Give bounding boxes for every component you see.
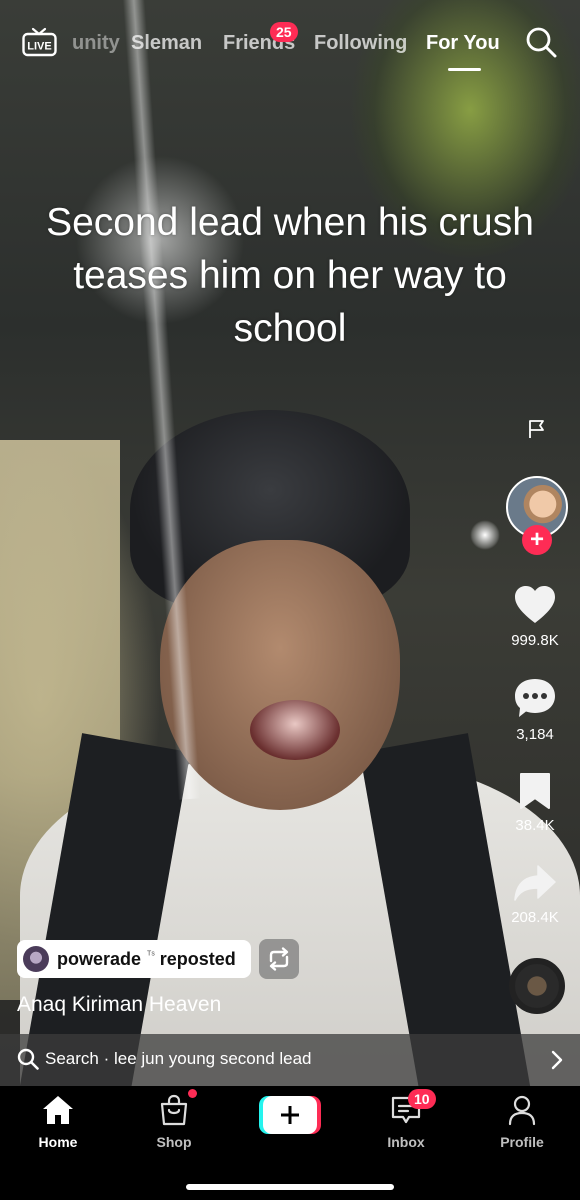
live-icon[interactable]: LIVE — [22, 27, 57, 57]
bottom-nav: Home Shop Inbox 10 Profile — [0, 1086, 580, 1200]
repost-label: reposted — [159, 948, 236, 969]
like-button[interactable]: 999.8K — [490, 585, 580, 649]
follow-button[interactable]: + — [522, 525, 552, 555]
save-count: 38.4K — [515, 817, 555, 834]
video-subject — [19, 410, 580, 1086]
like-count: 999.8K — [511, 632, 559, 649]
nav-inbox[interactable]: Inbox — [361, 1094, 451, 1150]
nav-home-label: Home — [38, 1134, 78, 1150]
reposter-avatar — [23, 946, 49, 972]
comment-button[interactable]: 3,184 — [490, 677, 580, 743]
tab-sleman[interactable]: Sleman — [131, 32, 202, 55]
plus-icon[interactable] — [259, 1096, 321, 1134]
profile-icon — [508, 1095, 536, 1126]
shop-notification-dot — [188, 1089, 197, 1098]
friends-badge: 25 — [270, 22, 298, 42]
search-icon — [17, 1048, 39, 1070]
flag-icon[interactable] — [526, 418, 548, 440]
tab-community[interactable]: unity — [72, 32, 120, 55]
nav-shop[interactable]: Shop — [129, 1094, 219, 1150]
home-icon — [43, 1096, 73, 1124]
comment-icon — [515, 679, 555, 717]
repost-pill[interactable]: powerade ᵀˢ reposted — [17, 940, 251, 978]
author-name[interactable]: Anaq Kiriman Heaven — [17, 993, 221, 1017]
nav-profile[interactable]: Profile — [477, 1094, 567, 1150]
music-disc[interactable] — [509, 958, 565, 1014]
bookmark-icon — [520, 773, 550, 809]
reposter-name: powerade — [57, 948, 142, 969]
top-feed-bar: LIVE unity Sleman Friends 25 Following F… — [0, 22, 580, 78]
save-button[interactable]: 38.4K — [490, 772, 580, 834]
repost-icon — [269, 947, 289, 971]
nav-home[interactable]: Home — [13, 1094, 103, 1150]
nav-inbox-label: Inbox — [387, 1134, 425, 1150]
share-icon — [514, 865, 556, 901]
tab-following[interactable]: Following — [314, 32, 407, 55]
nav-profile-label: Profile — [500, 1134, 544, 1150]
svg-text:LIVE: LIVE — [27, 41, 51, 53]
comment-count: 3,184 — [516, 726, 554, 743]
heart-icon — [515, 586, 555, 623]
related-search-text: Search · lee jun young second lead — [45, 1049, 312, 1068]
share-count: 208.4K — [511, 909, 559, 926]
tab-for-you[interactable]: For You — [426, 32, 500, 55]
chevron-right-icon — [551, 1050, 563, 1070]
reposter-mark: ᵀˢ — [147, 949, 155, 961]
active-tab-indicator — [448, 68, 481, 71]
repost-button[interactable] — [259, 939, 299, 979]
shop-icon — [160, 1094, 188, 1126]
nav-shop-label: Shop — [156, 1134, 192, 1150]
related-search-bar[interactable]: Search · lee jun young second lead — [0, 1034, 580, 1086]
home-indicator — [186, 1184, 394, 1190]
inbox-badge: 10 — [408, 1089, 436, 1109]
video-caption: Second lead when his crush teases him on… — [46, 201, 534, 350]
search-icon[interactable] — [525, 26, 557, 58]
share-button[interactable]: 208.4K — [490, 864, 580, 926]
